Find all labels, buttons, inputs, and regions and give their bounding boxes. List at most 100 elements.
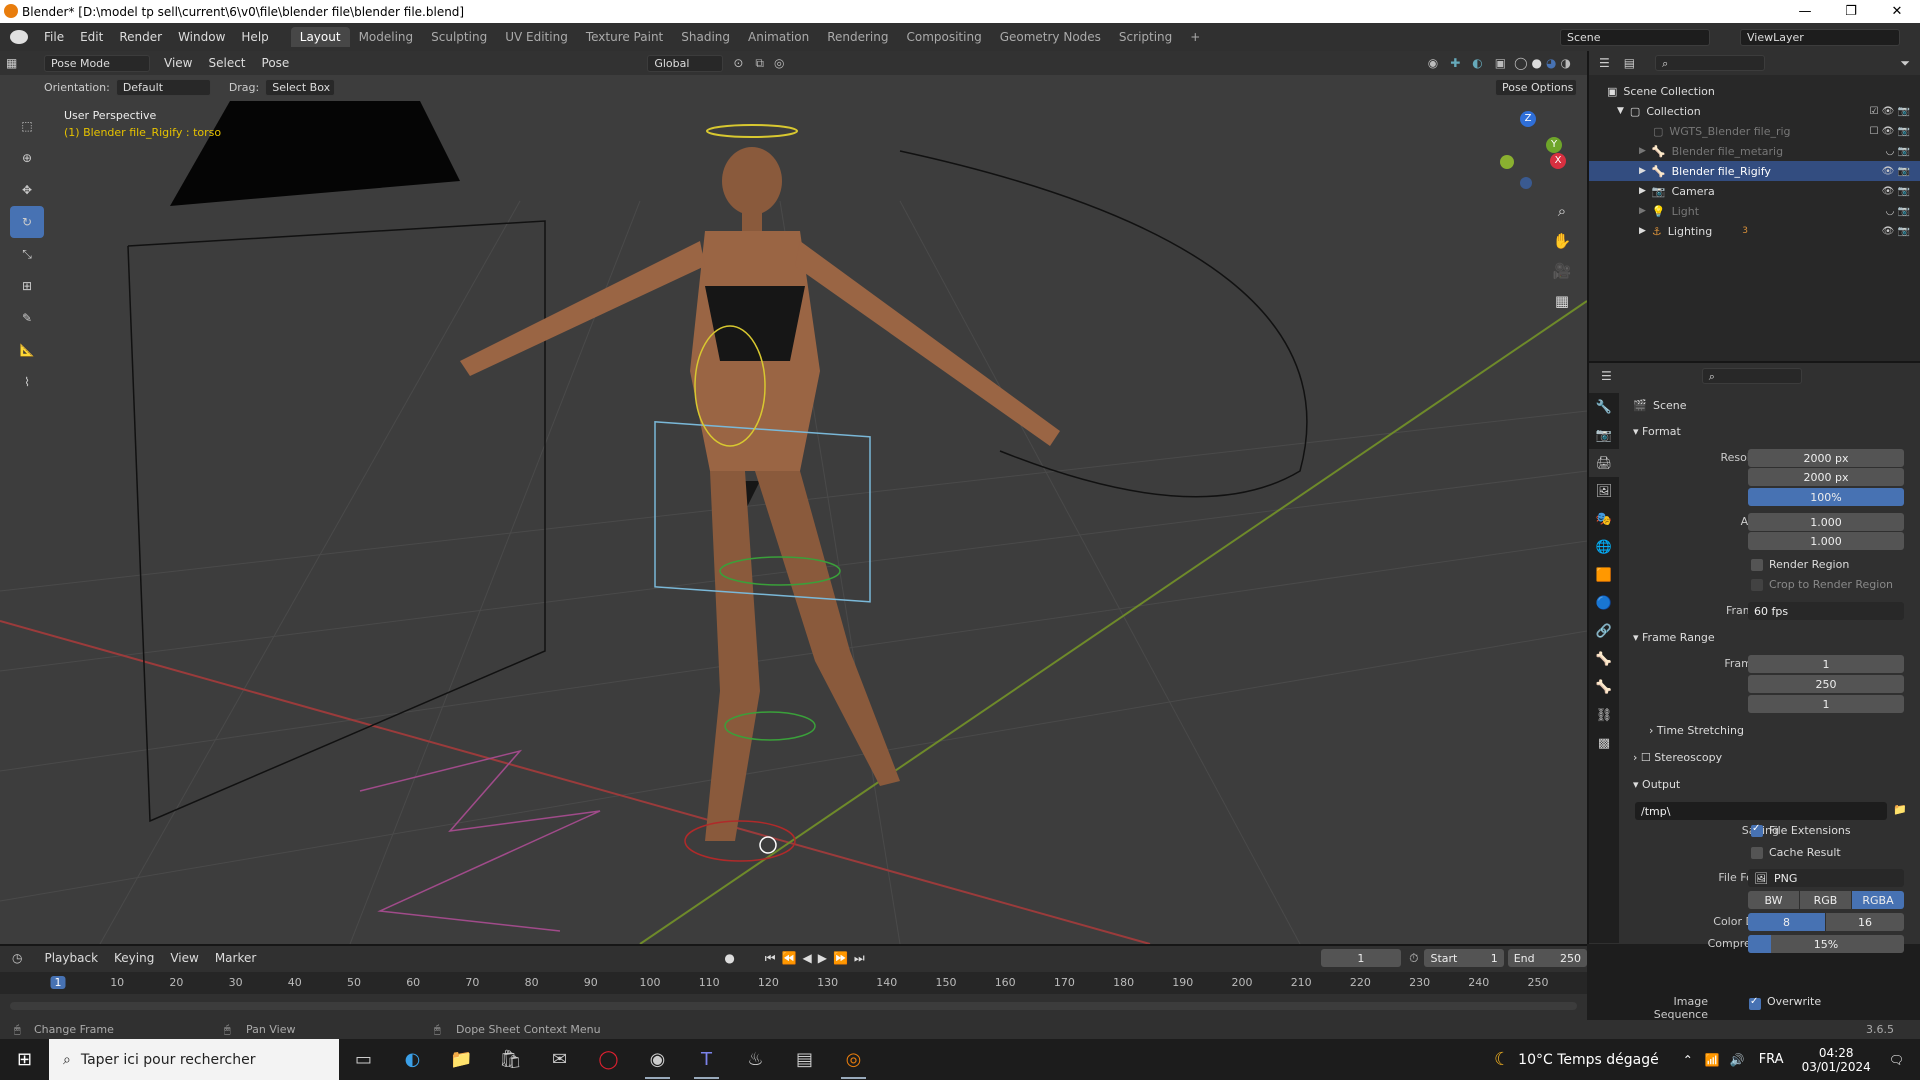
drag-dropdown[interactable]: Select Box bbox=[265, 78, 336, 96]
file-format-dropdown[interactable]: 🖼 PNG bbox=[1748, 869, 1904, 887]
row-visibility-icons[interactable]: ◡ 📷 bbox=[1886, 141, 1910, 161]
cursor-tool-icon[interactable]: ⊕ bbox=[10, 142, 44, 174]
teams-icon[interactable]: T bbox=[682, 1039, 731, 1080]
tray-chevron-icon[interactable]: ⌃ bbox=[1683, 1053, 1693, 1067]
wireframe-shading-icon[interactable]: ◯ bbox=[1514, 56, 1527, 70]
start-frame-field[interactable]: Start 1 bbox=[1424, 949, 1504, 967]
keying-menu[interactable]: Keying bbox=[106, 951, 162, 965]
object-tab-icon[interactable]: 🟧 bbox=[1589, 561, 1619, 589]
frame-end-field[interactable]: 250 bbox=[1748, 675, 1904, 693]
frame-rate-dropdown[interactable]: 60 fps bbox=[1748, 602, 1904, 620]
outliner-item-lighting[interactable]: ▶ ⚓ Lighting 3 👁 📷 bbox=[1589, 221, 1920, 241]
filter-icon[interactable]: ⏷ bbox=[1900, 56, 1910, 71]
menu-file[interactable]: File bbox=[36, 30, 72, 44]
notifications-icon[interactable]: 🗨 bbox=[1889, 1053, 1904, 1067]
expand-arrow-icon[interactable]: ▶ bbox=[1639, 226, 1646, 236]
resolution-x-field[interactable]: 2000 px bbox=[1748, 449, 1904, 467]
rendered-shading-icon[interactable]: ◑ bbox=[1561, 56, 1571, 70]
outliner-item-camera[interactable]: ▶ 📷 Camera 👁 📷 bbox=[1589, 181, 1920, 201]
overwrite-checkbox[interactable] bbox=[1749, 996, 1761, 1010]
tab-uv-editing[interactable]: UV Editing bbox=[496, 27, 577, 47]
outliner-item-light[interactable]: ▶ 💡 Light ◡ 📷 bbox=[1589, 201, 1920, 221]
current-frame-field[interactable]: 1 bbox=[1320, 949, 1402, 967]
camera-view-icon[interactable]: 🎥 bbox=[1550, 256, 1574, 286]
select-box-tool-icon[interactable]: ⬚ bbox=[10, 110, 44, 142]
time-stretching-header[interactable]: › Time Stretching bbox=[1649, 724, 1744, 737]
outliner-editor-icon[interactable]: ☰ bbox=[1599, 56, 1610, 70]
row-visibility-icons[interactable]: 👁 📷 bbox=[1882, 221, 1910, 241]
viewport-menu-pose[interactable]: Pose bbox=[254, 56, 298, 70]
format-panel-header[interactable]: ▾ Format bbox=[1633, 425, 1681, 438]
row-visibility-icons[interactable]: 👁 📷 bbox=[1882, 161, 1910, 181]
aspect-x-field[interactable]: 1.000 bbox=[1748, 513, 1904, 531]
display-mode-icon[interactable]: ▤ bbox=[1624, 56, 1635, 70]
outliner-search[interactable]: ⌕ bbox=[1655, 55, 1766, 71]
tab-texture-paint[interactable]: Texture Paint bbox=[577, 27, 672, 47]
navigation-gizmo[interactable]: Z Y X bbox=[1490, 111, 1570, 191]
frame-step-field[interactable]: 1 bbox=[1748, 695, 1904, 713]
store-icon[interactable]: 🛍 bbox=[486, 1039, 535, 1080]
color-rgb-button[interactable]: RGB bbox=[1800, 891, 1851, 909]
constraints-tab-icon[interactable]: 🔗 bbox=[1589, 617, 1619, 645]
3d-viewport[interactable]: ▦ Pose Mode View Select Pose Global ⊙ ⧉ … bbox=[0, 51, 1587, 944]
file-explorer-icon[interactable]: 📁 bbox=[437, 1039, 486, 1080]
row-visibility-icons[interactable]: ◡ 📷 bbox=[1886, 201, 1910, 221]
annotate-tool-icon[interactable]: ✎ bbox=[10, 302, 44, 334]
frame-range-panel-header[interactable]: ▾ Frame Range bbox=[1633, 631, 1715, 644]
minimize-button[interactable]: — bbox=[1782, 4, 1828, 19]
aspect-y-field[interactable]: 1.000 bbox=[1748, 532, 1904, 550]
pose-options-dropdown[interactable]: Pose Options bbox=[1495, 78, 1577, 96]
scene-selector[interactable]: Scene bbox=[1560, 28, 1710, 46]
expand-arrow-icon[interactable]: ▶ bbox=[1639, 166, 1646, 176]
row-visibility-icons[interactable]: ☐ 👁 📷 bbox=[1870, 121, 1910, 141]
playback-menu[interactable]: Playback bbox=[36, 951, 106, 965]
outliner-collection[interactable]: ▼ ▢ Collection ☑ 👁 📷 bbox=[1589, 101, 1920, 121]
tab-animation[interactable]: Animation bbox=[739, 27, 818, 47]
visibility-icon[interactable]: ◉ bbox=[1428, 56, 1438, 70]
zoom-icon[interactable]: ⌕ bbox=[1550, 196, 1574, 226]
render-tab-icon[interactable]: 📷 bbox=[1589, 421, 1619, 449]
tab-sculpting[interactable]: Sculpting bbox=[422, 27, 496, 47]
end-frame-field[interactable]: End 250 bbox=[1507, 949, 1587, 967]
compression-slider[interactable]: 15% bbox=[1748, 935, 1904, 953]
move-tool-icon[interactable]: ✥ bbox=[10, 174, 44, 206]
physics-tab-icon[interactable]: 🔵 bbox=[1589, 589, 1619, 617]
tab-layout[interactable]: Layout bbox=[290, 27, 350, 47]
scale-tool-icon[interactable]: ⤡ bbox=[10, 238, 44, 270]
network-icon[interactable]: 📶 bbox=[1705, 1053, 1720, 1067]
gizmo-neg-y[interactable] bbox=[1500, 155, 1514, 169]
tab-rendering[interactable]: Rendering bbox=[818, 27, 897, 47]
bone-tab-icon[interactable]: 🦴 bbox=[1589, 673, 1619, 701]
transform-orientation-dropdown[interactable]: Global bbox=[647, 54, 724, 72]
menu-edit[interactable]: Edit bbox=[72, 30, 111, 44]
weather-text[interactable]: 10°C Temps dégagé bbox=[1518, 1052, 1659, 1068]
expand-arrow-icon[interactable]: ▶ bbox=[1639, 186, 1646, 196]
rotate-tool-icon[interactable]: ↻ bbox=[10, 206, 44, 238]
frame-start-field[interactable]: 1 bbox=[1748, 655, 1904, 673]
tab-scripting[interactable]: Scripting bbox=[1110, 27, 1181, 47]
material-shading-icon[interactable]: ◕ bbox=[1546, 56, 1556, 70]
gizmo-neg-z[interactable] bbox=[1520, 177, 1532, 189]
timeline-editor-icon[interactable]: ◷ bbox=[12, 951, 22, 965]
color-rgba-button[interactable]: RGBA bbox=[1852, 891, 1904, 909]
view-layer-tab-icon[interactable]: 🖼 bbox=[1589, 477, 1619, 505]
scene-tab-icon[interactable]: 🎭 bbox=[1589, 505, 1619, 533]
menu-window[interactable]: Window bbox=[170, 30, 233, 44]
weather-icon[interactable]: ☾ bbox=[1494, 1049, 1510, 1070]
opera-icon[interactable]: ◯ bbox=[584, 1039, 633, 1080]
blender-taskbar-icon[interactable]: ◎ bbox=[829, 1039, 878, 1080]
playback-controls[interactable]: ⏮⏪◀▶⏩⏭ bbox=[765, 951, 871, 966]
editor-type-icon[interactable]: ▦ bbox=[6, 56, 26, 70]
overlay-toggle-icon[interactable]: ◐ bbox=[1472, 56, 1482, 70]
marker-menu[interactable]: Marker bbox=[207, 951, 264, 965]
chrome-icon[interactable]: ◉ bbox=[633, 1039, 682, 1080]
tab-geometry-nodes[interactable]: Geometry Nodes bbox=[991, 27, 1110, 47]
properties-editor-icon[interactable]: ☰ bbox=[1601, 369, 1612, 383]
folder-icon[interactable]: 📁 bbox=[1893, 803, 1907, 816]
maximize-button[interactable]: ❐ bbox=[1828, 4, 1874, 19]
proportional-icon[interactable]: ◎ bbox=[774, 56, 784, 70]
collapse-arrow-icon[interactable]: ▼ bbox=[1617, 106, 1624, 116]
timeline-view-menu[interactable]: View bbox=[162, 951, 206, 965]
render-region-checkbox[interactable] bbox=[1751, 559, 1763, 571]
mail-icon[interactable]: ✉ bbox=[535, 1039, 584, 1080]
